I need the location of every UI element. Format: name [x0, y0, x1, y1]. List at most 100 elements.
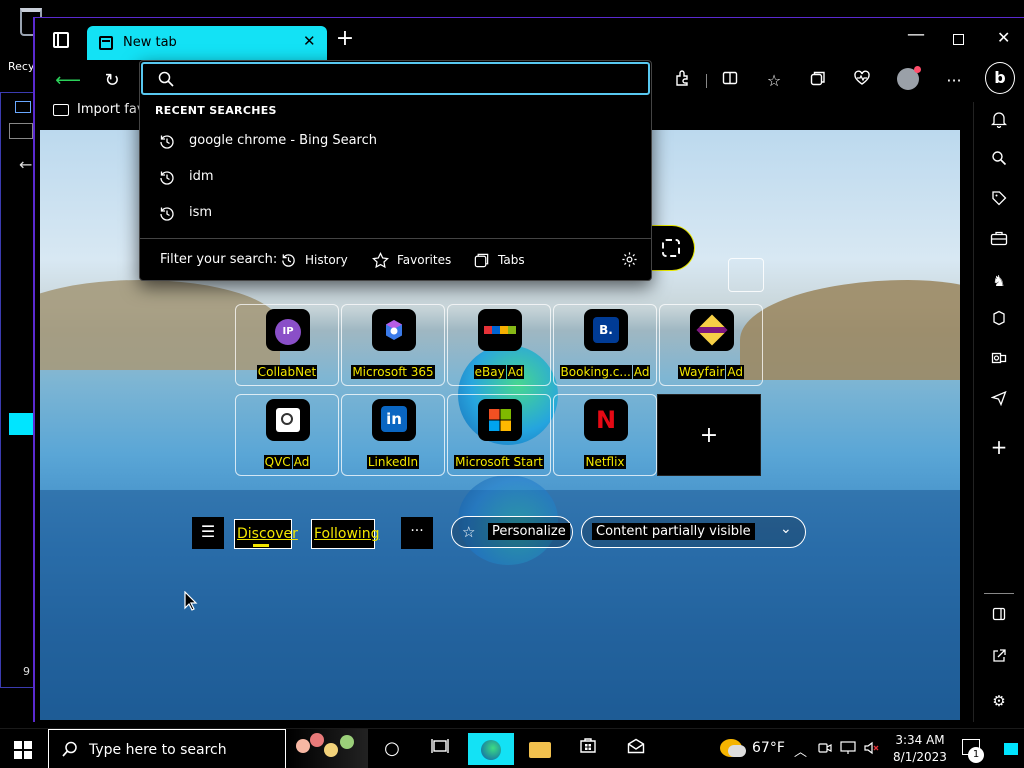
sparkle-star-icon: ☆ — [462, 523, 476, 541]
task-view-icon[interactable] — [420, 733, 460, 765]
quick-link-linkedin[interactable]: in LinkedIn — [341, 394, 445, 476]
clock-date: 8/1/2023 — [893, 750, 947, 764]
search-settings-gear-icon[interactable] — [621, 251, 638, 268]
temperature: 67°F — [752, 740, 785, 756]
weather-widget[interactable]: 67°F — [718, 737, 798, 761]
close-window-button[interactable]: ✕ — [997, 28, 1010, 47]
tab-actions-icon[interactable] — [53, 32, 69, 48]
tools-briefcase-icon[interactable] — [988, 230, 1010, 252]
quick-link-qvc[interactable]: QVC Ad — [235, 394, 339, 476]
import-favorites-link[interactable]: Import favo — [53, 102, 152, 117]
back-button[interactable]: ⟵ — [55, 68, 81, 94]
quick-link-label: Microsoft Start — [454, 455, 544, 469]
search-highlight-image[interactable] — [288, 729, 368, 768]
quick-link-label: Booking.c... — [559, 365, 632, 379]
profile-avatar[interactable] — [897, 66, 921, 90]
quick-link-ebay[interactable]: eBay Ad — [447, 304, 551, 386]
ad-badge: Ad — [726, 365, 745, 379]
games-icon[interactable]: ♞ — [988, 270, 1010, 292]
quick-link-collabnet[interactable]: IP CollabNet — [235, 304, 339, 386]
recent-search-item[interactable]: idm — [140, 161, 651, 195]
filter-tabs-button[interactable]: Tabs — [473, 247, 525, 273]
history-clock-icon — [282, 254, 295, 267]
taskbar-search-placeholder: Type here to search — [89, 742, 227, 758]
filter-tabs-label: Tabs — [498, 253, 525, 267]
system-clock[interactable]: 3:34 AM 8/1/2023 — [890, 732, 950, 766]
edge-sidebar: ♞ + ⚙ — [973, 102, 1024, 722]
background-window-field — [9, 123, 33, 139]
feed-more-button[interactable]: ··· — [401, 517, 433, 549]
tab-new-tab[interactable]: New tab ✕ — [87, 26, 327, 60]
cloud-icon — [728, 745, 746, 757]
personalize-button[interactable]: ☆ Personalize — [451, 516, 573, 548]
qvc-logo-icon — [266, 399, 310, 441]
recent-search-text: google chrome - Bing Search — [189, 133, 377, 148]
tab-title: New tab — [123, 35, 177, 50]
quick-link-microsoft-365[interactable]: Microsoft 365 — [341, 304, 445, 386]
history-clock-icon — [160, 207, 174, 221]
search-icon — [62, 741, 77, 757]
extensions-icon[interactable] — [669, 68, 695, 94]
search-sidebar-icon[interactable] — [988, 150, 1010, 172]
notifications-bell-icon[interactable] — [988, 110, 1010, 132]
add-sidebar-app-icon[interactable]: + — [988, 436, 1010, 458]
microsoft-store-icon[interactable] — [568, 733, 608, 765]
outlook-icon[interactable] — [988, 350, 1010, 372]
hidden-tile-outline — [728, 258, 764, 292]
cortana-icon[interactable]: ○ — [372, 733, 412, 765]
add-shortcut-button[interactable]: + — [657, 394, 761, 476]
quick-link-label: eBay — [473, 365, 506, 379]
bing-copilot-button[interactable]: b — [985, 62, 1015, 94]
dropdown-divider — [140, 238, 651, 239]
filter-history-button[interactable]: History — [280, 247, 348, 273]
tab-discover[interactable]: Discover — [234, 519, 298, 549]
windows-start-icon[interactable] — [14, 741, 32, 759]
refresh-button[interactable]: ↻ — [99, 68, 125, 94]
browser-essentials-icon[interactable] — [849, 68, 875, 94]
address-bar-dropdown: RECENT SEARCHES google chrome - Bing Sea… — [139, 60, 652, 281]
taskbar-search-box[interactable]: Type here to search — [48, 729, 286, 768]
chevron-down-icon: ⌄ — [780, 521, 792, 537]
drop-send-icon[interactable] — [988, 390, 1010, 412]
settings-more-icon[interactable]: ··· — [941, 68, 967, 94]
collections-icon[interactable] — [805, 68, 831, 94]
volume-muted-icon[interactable] — [864, 741, 880, 759]
shopping-tag-icon[interactable] — [988, 190, 1010, 212]
quick-link-wayfair[interactable]: Wayfair Ad — [659, 304, 763, 386]
quick-link-netflix[interactable]: N Netflix — [553, 394, 657, 476]
taskbar-edge-app[interactable] — [468, 733, 514, 765]
network-icon[interactable] — [840, 741, 856, 759]
meet-now-icon[interactable] — [818, 741, 832, 759]
file-explorer-icon[interactable] — [520, 733, 560, 765]
recent-search-item[interactable]: ism — [140, 197, 651, 231]
recent-search-item[interactable]: google chrome - Bing Search — [140, 125, 651, 159]
content-visibility-label: Content partially visible — [592, 523, 755, 540]
new-tab-button[interactable]: + — [335, 28, 355, 50]
tab-close-icon[interactable]: ✕ — [303, 32, 316, 50]
hide-sidebar-icon[interactable] — [988, 606, 1010, 628]
quick-link-booking[interactable]: B. Booking.c... Ad — [553, 304, 657, 386]
minimize-button[interactable]: — — [907, 24, 925, 45]
quick-link-microsoft-start[interactable]: Microsoft Start — [447, 394, 551, 476]
address-input[interactable] — [183, 68, 633, 90]
open-external-icon[interactable] — [988, 648, 1010, 670]
split-screen-icon[interactable] — [717, 68, 743, 94]
quick-link-label: Wayfair — [677, 365, 726, 379]
chevron-up-icon[interactable]: ︿ — [794, 741, 807, 760]
arrow-left-icon: ← — [19, 155, 33, 174]
favorites-star-icon[interactable]: ☆ — [761, 68, 787, 94]
content-visibility-dropdown[interactable]: Content partially visible ⌄ — [581, 516, 806, 548]
show-desktop-button[interactable] — [1004, 743, 1018, 755]
sidebar-settings-gear-icon[interactable]: ⚙ — [988, 690, 1010, 712]
address-bar[interactable] — [141, 62, 650, 95]
maximize-button[interactable] — [953, 34, 964, 45]
mail-icon[interactable] — [616, 733, 656, 765]
feed-menu-button[interactable]: ☰ — [192, 517, 224, 549]
visual-search-button[interactable] — [649, 225, 695, 271]
personalize-label: Personalize — [488, 523, 570, 540]
filter-favorites-button[interactable]: Favorites — [372, 247, 451, 273]
tab-following[interactable]: Following — [311, 519, 380, 549]
microsoft-365-icon[interactable] — [988, 310, 1010, 332]
recent-searches-header: RECENT SEARCHES — [155, 104, 277, 117]
ad-badge: Ad — [632, 365, 651, 379]
